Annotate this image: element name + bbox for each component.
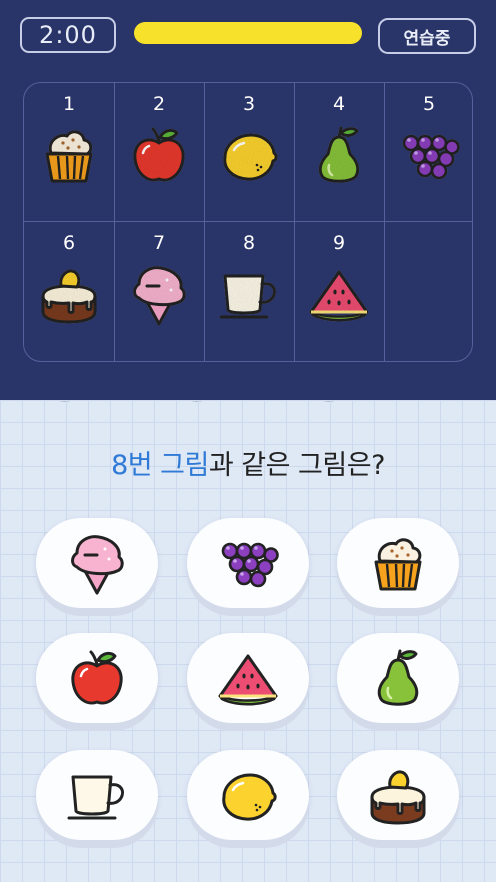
- cell-number: 3: [242, 93, 256, 115]
- answer-option[interactable]: [36, 518, 158, 608]
- board-cell: 4: [294, 83, 384, 222]
- board-cell: 1: [24, 83, 114, 222]
- question-rest: 과 같은 그림은?: [208, 450, 386, 481]
- cell-number: 9: [332, 232, 346, 254]
- timer-display: 2:00: [20, 17, 116, 53]
- cell-number: 8: [242, 232, 256, 254]
- cell-number: 5: [422, 93, 436, 115]
- memory-board: 1 2 3 4 5 6 7 8 9: [23, 82, 473, 362]
- board-cell: 9: [294, 222, 384, 361]
- board-cell: 3: [204, 83, 294, 222]
- answer-option[interactable]: [36, 633, 158, 723]
- board-cell: 5: [384, 83, 474, 222]
- answer-option[interactable]: [187, 633, 309, 723]
- cell-number: 1: [62, 93, 76, 115]
- cell-number: 4: [332, 93, 346, 115]
- board-cell: 7: [114, 222, 204, 361]
- answer-option[interactable]: [337, 750, 459, 840]
- cell-number: 7: [152, 232, 166, 254]
- board-cell: 6: [24, 222, 114, 361]
- cell-number: 2: [152, 93, 166, 115]
- board-cell: 2: [114, 83, 204, 222]
- question-highlight: 8번 그림: [111, 450, 209, 481]
- answer-option[interactable]: [337, 633, 459, 723]
- question-text: 8번 그림과 같은 그림은?: [0, 443, 496, 482]
- practice-mode-button[interactable]: 연습중: [378, 18, 476, 54]
- board-cell: 8: [204, 222, 294, 361]
- answer-option[interactable]: [36, 750, 158, 840]
- answer-option[interactable]: [187, 750, 309, 840]
- answer-option[interactable]: [187, 518, 309, 608]
- time-progress-bar: [134, 22, 362, 44]
- answer-option[interactable]: [337, 518, 459, 608]
- cell-number: 6: [62, 232, 76, 254]
